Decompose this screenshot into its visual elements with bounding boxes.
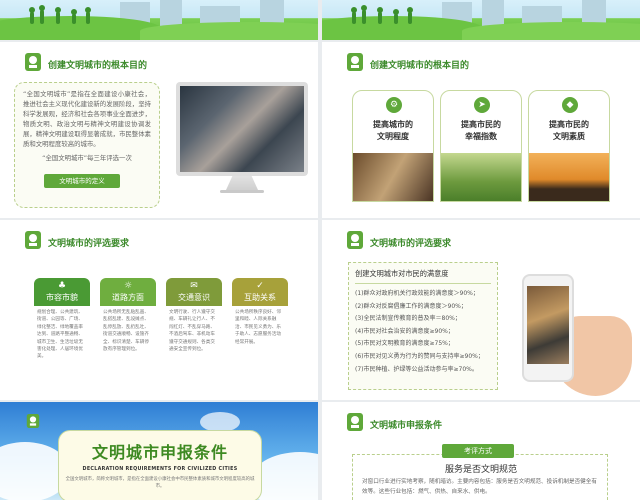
- section-title: 文明城市申报条件: [91, 443, 228, 462]
- satisfaction-item: (1)群众对政府机关行政效能的满意度＞90%；: [355, 290, 479, 297]
- satisfaction-item: (4)市民对社会治安的满意度≥90%；: [355, 327, 454, 335]
- satisfaction-heading: 创建文明城市对市民的满意度: [355, 269, 449, 278]
- monitor-stand: [226, 176, 258, 190]
- slide-1-banner[interactable]: [0, 0, 318, 40]
- satisfaction-item: (5)市民对文明教育的满意度≥75%；: [355, 340, 454, 348]
- cafe-photo: [353, 153, 433, 201]
- slide-title: 创建文明城市的根本目的: [48, 61, 148, 71]
- card-label: 文明程度: [377, 132, 409, 141]
- city-logo-icon: [25, 53, 41, 71]
- monitor-image: [176, 82, 308, 176]
- slide-title: 文明城市的评选要求: [48, 239, 130, 249]
- chat-icon: ✉: [190, 281, 198, 291]
- card-label: 幸福指数: [465, 132, 497, 141]
- city-banner-image: [0, 0, 318, 40]
- card-label: 提高市民的: [549, 120, 589, 129]
- satisfaction-item: (6)市民对见义勇为行为的赞同与支持率≥90%；: [355, 352, 484, 360]
- definition-button[interactable]: 文明城市的定义: [44, 174, 120, 188]
- section-body: 全国文明城市，简称文明城市，是指在全面建设小康社会中市民整体素质和城市文明程度较…: [65, 477, 255, 489]
- requirement-tile-4[interactable]: ✓ 互助关系 公共场所秩序良好、邻里和睦、人际关系融洽、市民见义勇为、乐于助人、志…: [232, 278, 288, 362]
- definition-textbox: “全国文明城市”是指在全面建设小康社会，推进社会主义现代化建设新的发展阶段，坚持…: [14, 82, 160, 208]
- slide-title: 创建文明城市的根本目的: [370, 61, 470, 71]
- tile-body: 文明行驶、行人遵守交规、车辆礼让行人、不闯红灯、不乱穿马路、不酒后驾车、非机动车…: [169, 310, 215, 353]
- family-park-photo: [441, 153, 521, 201]
- slide-6[interactable]: 文明城市的评选要求 创建文明城市对市民的满意度 (1)群众对政府机关行政效能的满…: [322, 220, 640, 400]
- phone-image: [522, 274, 574, 382]
- check-icon: ✓: [256, 281, 264, 291]
- street-photo: [527, 286, 569, 364]
- requirement-tile-3[interactable]: ✉ 交通意识 文明行驶、行人遵守交规、车辆礼让行人、不闯红灯、不乱穿马路、不酒后驾…: [166, 278, 222, 362]
- criteria-body: 对窗口行业进行实地考察，随机暗访。主要内容包括：服务是否文明规范、投诉机制是否健…: [362, 479, 597, 495]
- selection-frequency: “全国文明城市”每三年评选一次: [42, 154, 132, 162]
- sunset-jump-photo: [529, 153, 609, 201]
- slide-7[interactable]: 文明城市申报条件 DECLARATION REQUIREMENTS FOR CI…: [0, 402, 318, 500]
- tile-body: 公共场所秩序良好、邻里和睦、人际关系融洽、市民见义勇为、乐于助人、志愿服务活动经…: [235, 310, 281, 345]
- city-logo-icon: [347, 53, 363, 71]
- slide-3[interactable]: 创建文明城市的根本目的 “全国文明城市”是指在全面建设小康社会，推进社会主义现代…: [0, 42, 318, 218]
- goal-card-3[interactable]: ◆ 提高市民的文明素质: [528, 90, 610, 202]
- divider: [355, 283, 491, 284]
- city-logo-icon: [25, 231, 41, 249]
- evaluation-tag[interactable]: 考评方式: [442, 444, 514, 458]
- leaf-icon: ♣: [57, 281, 67, 291]
- paper-plane-icon: ➤: [474, 97, 490, 113]
- satisfaction-box: 创建文明城市对市民的满意度 (1)群众对政府机关行政效能的满意度＞90%； (2…: [348, 262, 498, 390]
- gear-icon: ⚙: [386, 97, 402, 113]
- criteria-heading: 服务是否文明规范: [444, 465, 517, 475]
- city-logo-icon: [347, 413, 363, 431]
- card-label: 提高市民的: [461, 120, 501, 129]
- monitor-base: [220, 190, 264, 193]
- title-card: 文明城市申报条件 DECLARATION REQUIREMENTS FOR CI…: [58, 430, 262, 500]
- section-subtitle-en: DECLARATION REQUIREMENTS FOR CIVILIZED C…: [82, 467, 238, 472]
- tile-label: 道路方面: [112, 293, 144, 302]
- slide-8[interactable]: 文明城市申报条件 考评方式 服务是否文明规范 对窗口行业进行实地考察，随机暗访。…: [322, 402, 640, 500]
- satisfaction-item: (2)群众对反腐倡廉工作的满意度＞90%；: [355, 302, 467, 310]
- slide-title: 文明城市的评选要求: [370, 239, 452, 249]
- slide-4[interactable]: 创建文明城市的根本目的 ⚙ 提高城市的文明程度 ➤ 提高市民的幸福指数 ◆ 提高…: [322, 42, 640, 218]
- card-label: 提高城市的: [373, 120, 413, 129]
- satisfaction-item: (7)市民种植、护绿等公益活动参与率≥70%。: [355, 365, 478, 373]
- city-logo-icon: [347, 231, 363, 249]
- city-banner-image: [322, 0, 640, 40]
- satisfaction-item: (3)全民法制宣传教育的普及率＝80%；: [355, 315, 461, 323]
- tile-body: 公共场所无乱贴乱画、乱搭乱建、乱设摊点、乱停乱放、乱扔乱吐、街道交通顺畅、设施齐…: [103, 310, 149, 353]
- goal-card-2[interactable]: ➤ 提高市民的幸福指数: [440, 90, 522, 202]
- slide-title: 文明城市申报条件: [370, 421, 443, 431]
- tile-body: 规划合理、公共建筑、街道、公园等、广场、绿化整洁、绿地覆盖率达到、道路平整通畅、…: [37, 310, 83, 360]
- requirement-tile-2[interactable]: ☼ 道路方面 公共场所无乱贴乱画、乱搭乱建、乱设摊点、乱停乱放、乱扔乱吐、街道交通…: [100, 278, 156, 362]
- definition-paragraph: “全国文明城市”是指在全面建设小康社会，推进社会主义现代化建设新的发展阶段，坚持…: [23, 90, 151, 148]
- tile-label: 市容市貌: [46, 293, 78, 302]
- city-logo-icon: [26, 414, 40, 428]
- slide-grid: 创建文明城市的根本目的 “全国文明城市”是指在全面建设小康社会，推进社会主义现代…: [0, 0, 640, 500]
- requirement-tile-1[interactable]: ♣ 市容市貌 规划合理、公共建筑、街道、公园等、广场、绿化整洁、绿地覆盖率达到、道…: [34, 278, 90, 362]
- tag-icon: ◆: [562, 97, 578, 113]
- tile-label: 交通意识: [178, 293, 210, 302]
- card-label: 文明素质: [553, 132, 585, 141]
- sun-icon: ☼: [123, 281, 133, 291]
- crowd-photo: [180, 86, 304, 172]
- slide-5[interactable]: 文明城市的评选要求 ♣ 市容市貌 规划合理、公共建筑、街道、公园等、广场、绿化整洁…: [0, 220, 318, 400]
- slide-2-banner[interactable]: [322, 0, 640, 40]
- tile-label: 互助关系: [244, 293, 276, 302]
- goal-card-1[interactable]: ⚙ 提高城市的文明程度: [352, 90, 434, 202]
